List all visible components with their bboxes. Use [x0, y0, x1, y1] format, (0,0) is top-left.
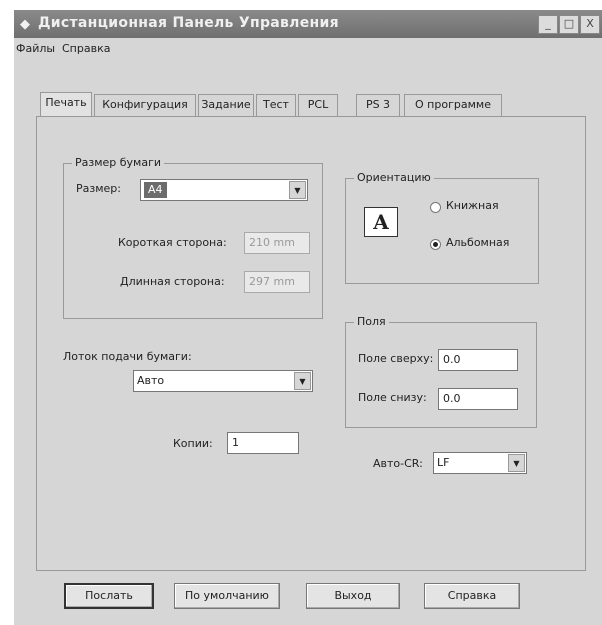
chevron-down-icon[interactable]: ▼ [289, 181, 306, 199]
margins-group: Поля Поле сверху: 0.0 Поле снизу: 0.0 [345, 315, 537, 428]
tab-about[interactable]: О программе [404, 94, 502, 116]
chevron-down-icon[interactable]: ▼ [508, 454, 525, 472]
close-button[interactable]: X [580, 15, 600, 34]
auto-cr-label: Авто-CR: [373, 457, 423, 470]
short-side-label: Короткая сторона: [118, 236, 227, 249]
portrait-label: Книжная [446, 199, 499, 212]
long-side-label: Длинная сторона: [120, 275, 225, 288]
auto-cr-value: LF [437, 456, 450, 469]
landscape-radio[interactable] [430, 239, 441, 250]
portrait-radio[interactable] [430, 202, 441, 213]
copies-field[interactable]: 1 [227, 432, 299, 454]
top-margin-field[interactable]: 0.0 [438, 349, 518, 371]
window-title: Дистанционная Панель Управления [38, 15, 339, 31]
menu-bar: Файлы Справка [14, 40, 602, 58]
orientation-group-label: Ориентацию [354, 171, 434, 184]
app-icon: ◆ [20, 17, 30, 32]
send-button[interactable]: Послать [64, 583, 154, 609]
paper-tray-label: Лоток подачи бумаги: [63, 350, 192, 363]
copies-label: Копии: [173, 437, 213, 450]
tab-pcl[interactable]: PCL [298, 94, 338, 116]
print-tab-panel: Размер бумаги Размер: A4 ▼ Короткая стор… [36, 116, 586, 571]
paper-size-value: A4 [144, 182, 167, 198]
menu-files[interactable]: Файлы [16, 42, 55, 55]
tab-print[interactable]: Печать [40, 92, 92, 117]
defaults-button[interactable]: По умолчанию [174, 583, 280, 609]
maximize-button[interactable]: □ [559, 15, 579, 34]
tab-test[interactable]: Тест [256, 94, 296, 116]
minimize-button[interactable]: _ [538, 15, 558, 34]
tab-job[interactable]: Задание [198, 94, 254, 116]
chevron-down-icon[interactable]: ▼ [294, 372, 311, 390]
exit-button[interactable]: Выход [306, 583, 400, 609]
top-margin-label: Поле сверху: [358, 352, 434, 365]
menu-help[interactable]: Справка [62, 42, 110, 55]
help-button[interactable]: Справка [424, 583, 520, 609]
size-label: Размер: [76, 182, 121, 195]
margins-group-label: Поля [354, 315, 389, 328]
long-side-field[interactable]: 297 mm [244, 271, 310, 293]
paper-tray-value: Авто [137, 374, 165, 387]
bottom-margin-label: Поле снизу: [358, 391, 427, 404]
remote-control-panel-window: ◆ Дистанционная Панель Управления _ □ X … [14, 10, 602, 625]
paper-size-select[interactable]: A4 ▼ [140, 179, 308, 201]
auto-cr-select[interactable]: LF ▼ [433, 452, 527, 474]
title-bar: ◆ Дистанционная Панель Управления _ □ X [14, 10, 602, 38]
paper-size-group-label: Размер бумаги [72, 156, 165, 169]
tab-configuration[interactable]: Конфигурация [94, 94, 196, 116]
paper-size-group: Размер бумаги Размер: A4 ▼ Короткая стор… [63, 156, 323, 319]
paper-tray-select[interactable]: Авто ▼ [133, 370, 313, 392]
short-side-field[interactable]: 210 mm [244, 232, 310, 254]
landscape-label: Альбомная [446, 236, 510, 249]
orientation-group: Ориентацию A Книжная Альбомная [345, 171, 539, 284]
page-orientation-icon: A [364, 207, 398, 237]
bottom-margin-field[interactable]: 0.0 [438, 388, 518, 410]
tab-ps3[interactable]: PS 3 [356, 94, 400, 116]
